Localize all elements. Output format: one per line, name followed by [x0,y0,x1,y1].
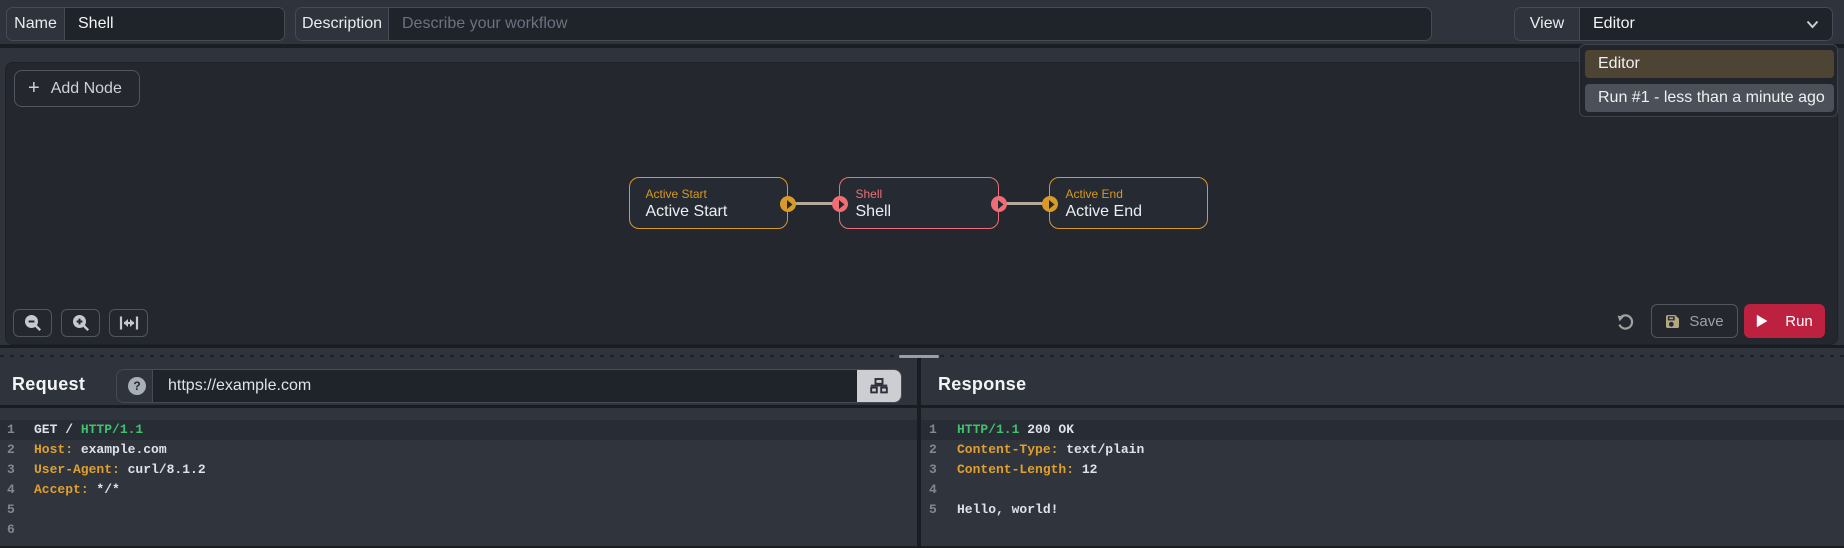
svg-text:?: ? [133,379,140,393]
